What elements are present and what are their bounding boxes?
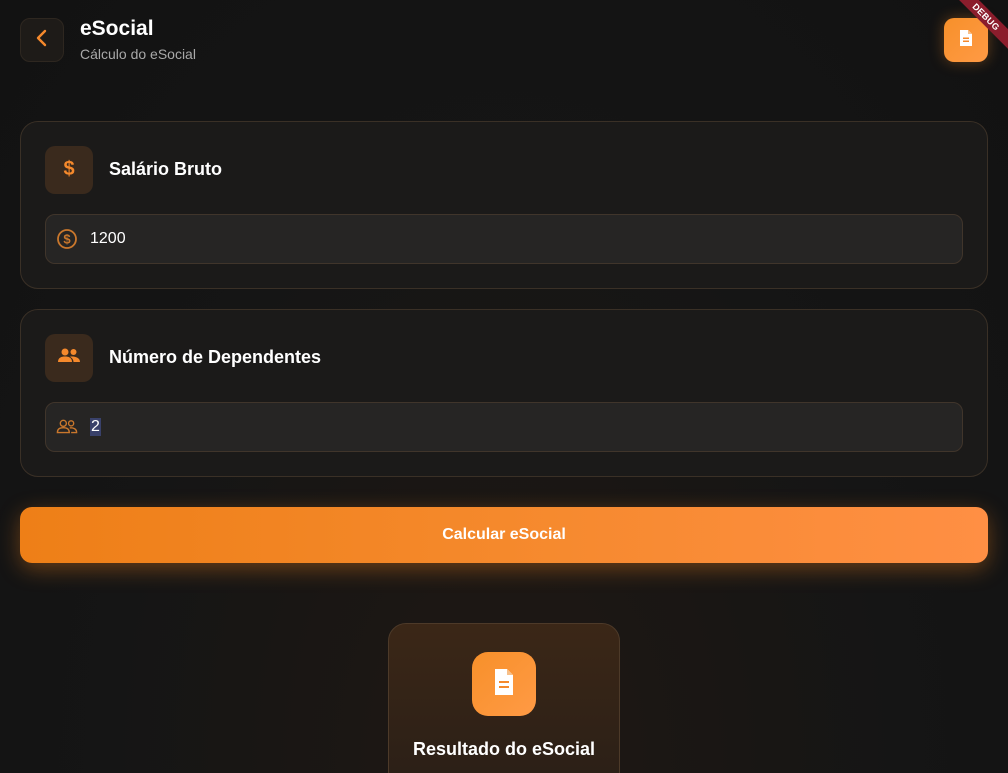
document-icon [492, 668, 516, 701]
people-icon [57, 347, 81, 370]
salario-card: $ Salário Bruto $ 1200 [20, 121, 988, 289]
back-button[interactable] [20, 18, 64, 62]
result-icon-box [472, 652, 536, 716]
screen: eSocial Cálculo do eSocial DEBUG $ Salár… [0, 0, 1008, 773]
salario-icon-box: $ [45, 146, 93, 194]
salario-input[interactable]: $ 1200 [45, 214, 963, 264]
salario-title: Salário Bruto [109, 159, 223, 179]
dependentes-icon-box [45, 334, 93, 382]
result-title: Resultado do eSocial [412, 739, 596, 759]
svg-text:$: $ [63, 158, 74, 179]
salario-value: 1200 [90, 230, 126, 247]
document-button[interactable] [944, 18, 988, 62]
svg-text:$: $ [63, 232, 71, 247]
chevron-left-icon [35, 29, 49, 52]
dependentes-input[interactable]: 2 [45, 402, 963, 452]
page-title: eSocial [80, 17, 154, 40]
dependentes-value: 2 [90, 418, 101, 436]
dependentes-title: Número de Dependentes [109, 347, 322, 367]
coin-dollar-icon: $ [56, 228, 78, 250]
result-card: Resultado do eSocial [388, 623, 620, 773]
dependentes-card: Número de Dependentes 2 [20, 309, 988, 477]
document-icon [958, 29, 974, 52]
people-outline-icon [56, 416, 78, 438]
dollar-icon: $ [61, 157, 77, 184]
calculate-button[interactable]: Calcular eSocial [20, 507, 988, 563]
page-subtitle: Cálculo do eSocial [80, 46, 196, 62]
